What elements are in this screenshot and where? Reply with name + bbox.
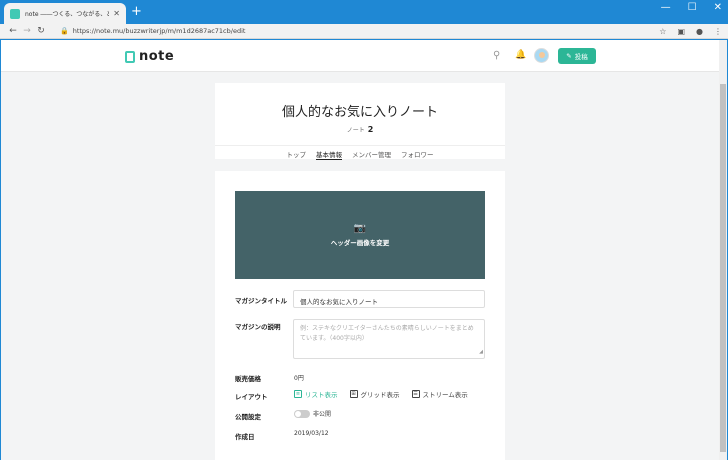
post-button[interactable]: ✎ 投稿 (558, 48, 596, 64)
avatar[interactable] (534, 48, 549, 63)
created-date: 2019/03/12 (294, 430, 329, 437)
browser-titlebar: note ――つくる、つながる、とどける。 ✕ + — ☐ ✕ (0, 0, 728, 24)
tab-member-management[interactable]: メンバー管理 (352, 146, 391, 160)
layout-label: レイアウト (235, 393, 268, 401)
menu-kebab-icon[interactable]: ⋮ (714, 27, 722, 36)
description-placeholder: 例：ステキなクリエイターさんたちの素晴らしいノートをまとめています。（400字以… (300, 325, 474, 342)
visibility-value: 非公開 (313, 411, 332, 418)
notification-bell-icon[interactable]: 🔔 (515, 50, 526, 60)
post-button-label: 投稿 (574, 53, 588, 61)
scrollbar-thumb[interactable] (720, 84, 726, 452)
note-count-label: ノート (346, 127, 365, 134)
maximize-button[interactable]: ☐ (688, 2, 697, 13)
layout-stream-label: ストリーム表示 (422, 391, 468, 399)
layout-list-option[interactable]: ≡ リスト表示 (294, 389, 338, 399)
tab-basic-info[interactable]: 基本情報 (316, 146, 342, 160)
description-label: マガジンの説明 (235, 323, 281, 331)
header-image-label: ヘッダー画像を変更 (330, 239, 390, 247)
note-count: ノート 2 (215, 125, 505, 134)
price-label: 販売価格 (235, 375, 261, 383)
note-logo[interactable]: note (125, 49, 174, 64)
logo-text: note (139, 49, 175, 64)
page-title: 個人的なお気に入りノート (281, 105, 438, 120)
search-icon[interactable]: ⚲ (493, 50, 500, 61)
header-image-upload[interactable]: 📷 ヘッダー画像を変更 (235, 191, 485, 279)
price-value: 0円 (294, 375, 304, 382)
page-scrollbar[interactable] (719, 40, 727, 460)
magazine-description-textarea[interactable]: 例：ステキなクリエイターさんたちの素晴らしいノートをまとめています。（400字以… (293, 319, 485, 359)
url-field[interactable]: 🔒 https://note.mu/buzzwriterjp/m/m1d2687… (60, 27, 648, 35)
lock-icon: 🔒 (60, 27, 69, 35)
resize-handle-icon[interactable]: ◢ (479, 347, 483, 357)
pencil-icon: ✎ (566, 52, 572, 60)
visibility-label: 公開設定 (235, 413, 261, 421)
grid-view-icon: ⊞ (349, 390, 358, 398)
tab-close-icon[interactable]: ✕ (113, 9, 120, 18)
reload-icon[interactable]: ↻ (34, 26, 48, 36)
back-icon[interactable]: ← (6, 26, 20, 36)
magazine-tabs: トップ 基本情報 メンバー管理 フォロワー (215, 145, 505, 160)
magazine-edit-form: 📷 ヘッダー画像を変更 マガジンタイトル 個人的なお気に入りノート マガジンの説… (215, 171, 505, 460)
list-view-icon: ≡ (294, 390, 302, 398)
site-header: note ⚲ 🔔 ✎ 投稿 (1, 40, 727, 72)
tab-top[interactable]: トップ (287, 146, 307, 160)
tab-title: note ――つくる、つながる、とどける。 (25, 11, 109, 18)
note-count-value: 2 (367, 125, 374, 134)
layout-grid-option[interactable]: ⊞ グリッド表示 (349, 389, 400, 399)
extension-icon[interactable]: ▣ (677, 27, 685, 36)
url-text: https://note.mu/buzzwriterjp/m/m1d2687ac… (72, 27, 246, 35)
window-close-button[interactable]: ✕ (714, 2, 722, 13)
stream-view-icon: ☰ (411, 390, 420, 398)
title-label: マガジンタイトル (235, 297, 287, 305)
tab-followers[interactable]: フォロワー (401, 146, 434, 160)
layout-list-label: リスト表示 (305, 391, 338, 399)
bookmark-star-icon[interactable]: ☆ (659, 27, 666, 36)
note-logo-icon (125, 50, 135, 63)
page-viewport: note ⚲ 🔔 ✎ 投稿 個人的なお気に入りノート ノート 2 トップ 基本情報… (1, 40, 727, 460)
address-bar: ← → ↻ 🔒 https://note.mu/buzzwriterjp/m/m… (0, 24, 728, 39)
magazine-title-input[interactable]: 個人的なお気に入りノート (293, 290, 485, 308)
forward-icon[interactable]: → (20, 26, 34, 36)
camera-icon: 📷 (353, 223, 367, 234)
browser-tab[interactable]: note ――つくる、つながる、とどける。 ✕ (4, 3, 126, 24)
layout-grid-label: グリッド表示 (360, 391, 400, 399)
visibility-toggle[interactable] (294, 409, 310, 418)
visibility-setting: 非公開 (294, 409, 331, 418)
layout-options: ≡ リスト表示 ⊞ グリッド表示 ☰ ストリーム表示 (294, 389, 468, 399)
profile-icon[interactable]: ● (696, 27, 703, 36)
created-label: 作成日 (235, 433, 255, 441)
new-tab-button[interactable]: + (131, 5, 142, 19)
note-favicon-icon (10, 8, 20, 19)
layout-stream-option[interactable]: ☰ ストリーム表示 (411, 389, 468, 399)
minimize-button[interactable]: — (661, 2, 671, 13)
magazine-header-card: 個人的なお気に入りノート ノート 2 トップ 基本情報 メンバー管理 フォロワー (215, 83, 505, 160)
